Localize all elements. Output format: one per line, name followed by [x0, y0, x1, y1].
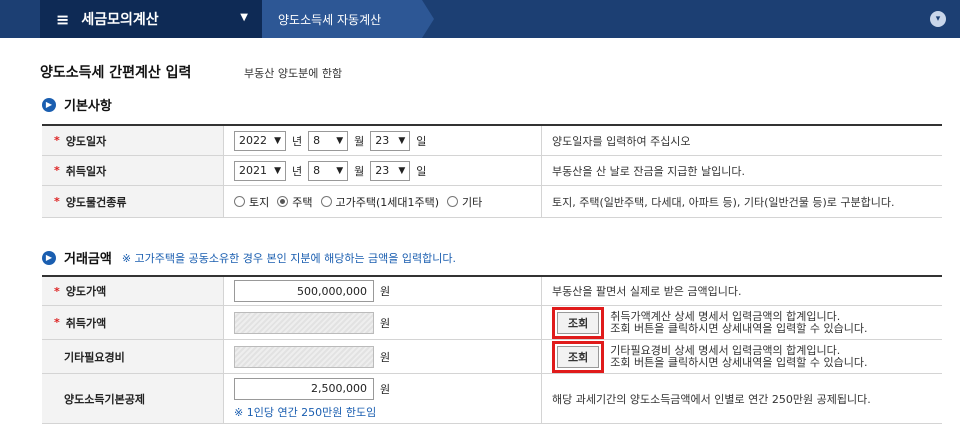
deduction-note: ※ 1인당 연간 250만원 한도임 [234, 405, 377, 419]
chevron-down-icon: ▼ [336, 165, 344, 176]
section-basic-header: ▶ 기본사항 [42, 95, 112, 114]
chevron-down-icon[interactable]: ▾ [930, 11, 946, 27]
menu-label: 세금모의계산 [81, 12, 159, 28]
row-label: 양도일자 [65, 134, 107, 148]
acquisition-price-input [234, 311, 374, 334]
section-title: 거래금액 [64, 252, 112, 267]
row-label: 취득가액 [65, 316, 107, 330]
transfer-day-select[interactable]: 23 ▼ [370, 130, 411, 151]
other-expense-input [234, 345, 374, 368]
page-subtitle: 부동산 양도분에 한함 [244, 67, 343, 80]
row-desc: 부동산을 산 날로 잔금을 지급한 날입니다. [552, 164, 746, 178]
arrow-right-icon: ▶ [42, 250, 56, 265]
row-desc: 취득가액계산 상세 명세서 입력금액의 합계입니다. [610, 309, 841, 323]
table-row: * 취득가액 원 조회 취득가액계산 상세 명세서 입력금액의 합계입니다. 조회… [42, 306, 942, 340]
basic-table: * 양도일자 2022 ▼ 년 8 ▼ 월 23 ▼ 일 양도일자를 입력하여 주십시오… [42, 124, 942, 218]
breadcrumb[interactable]: 양도소득세 자동계산 [262, 0, 422, 38]
chevron-down-icon: ▼ [336, 135, 344, 146]
lookup-expense-button-highlight: 조회 [552, 340, 605, 373]
top-nav: ≡ 세금모의계산 ▼ 양도소득세 자동계산 ▾ [0, 0, 960, 38]
section-title: 기본사항 [64, 99, 112, 114]
required-mark: * [54, 316, 60, 329]
chevron-down-icon: ▼ [398, 165, 406, 176]
row-desc: 기타필요경비 상세 명세서 입력금액의 합계입니다. [610, 343, 841, 357]
row-label: 양도물건종류 [65, 195, 127, 209]
radio-luxury-house[interactable] [320, 196, 332, 207]
table-row: * 양도물건종류 토지 주택 고가주택(1세대1주택) 기타 토지, 주택(일반주… [42, 186, 942, 218]
transfer-price-input[interactable]: 500,000,000 [234, 280, 374, 302]
table-row: * 양도가액 500,000,000 원 부동산을 팔면서 실제로 받은 금액입니… [42, 277, 942, 306]
radio-land[interactable] [234, 196, 245, 207]
property-type-radio-group: 토지 주택 고가주택(1세대1주택) 기타 [234, 194, 490, 210]
lookup-acquisition-button[interactable]: 조회 [557, 311, 600, 334]
acquire-year-select[interactable]: 2021 ▼ [234, 160, 286, 181]
arrow-right-icon: ▶ [42, 97, 56, 112]
row-label: 취득일자 [65, 164, 107, 178]
acquire-month-select[interactable]: 8 ▼ [308, 160, 349, 181]
row-label: 기타필요경비 [64, 350, 125, 364]
radio-house[interactable] [277, 196, 289, 207]
row-desc: 해당 과세기간의 양도소득금액에서 인별로 연간 250만원 공제됩니다. [552, 392, 871, 406]
section-note: ※ 고가주택을 공동소유한 경우 본인 지분에 해당하는 금액을 입력합니다. [121, 251, 457, 265]
caret-down-icon: ▼ [240, 12, 248, 23]
row-label: 양도가액 [65, 285, 107, 298]
required-mark: * [54, 164, 60, 177]
transfer-year-select[interactable]: 2022 ▼ [234, 130, 286, 151]
transfer-month-select[interactable]: 8 ▼ [308, 130, 349, 151]
required-mark: * [54, 134, 60, 147]
row-desc: 조회 버튼을 클릭하시면 상세내역을 입력할 수 있습니다. [610, 355, 868, 369]
row-desc: 부동산을 팔면서 실제로 받은 금액입니다. [552, 285, 742, 298]
chevron-down-icon: ▼ [274, 135, 281, 146]
breadcrumb-arrow-icon [422, 0, 434, 38]
amount-table: * 양도가액 500,000,000 원 부동산을 팔면서 실제로 받은 금액입니… [42, 275, 942, 424]
required-mark: * [54, 284, 60, 298]
menu-dropdown[interactable]: ≡ 세금모의계산 ▼ [40, 0, 262, 38]
lookup-acquisition-button-highlight: 조회 [552, 306, 605, 339]
row-desc: 토지, 주택(일반주택, 다세대, 아파트 등), 기타(일반건물 등)로 구분… [552, 195, 895, 209]
acquire-day-select[interactable]: 23 ▼ [370, 160, 411, 181]
table-row: 기타필요경비 원 조회 기타필요경비 상세 명세서 입력금액의 합계입니다. 조… [42, 340, 942, 374]
row-desc: 조회 버튼을 클릭하시면 상세내역을 입력할 수 있습니다. [610, 321, 868, 335]
table-row: * 취득일자 2021 ▼ 년 8 ▼ 월 23 ▼ 일 부동산을 산 날로 잔금을 지… [42, 156, 942, 186]
radio-other[interactable] [447, 196, 459, 207]
chevron-down-icon: ▼ [274, 165, 281, 176]
page-title: 양도소득세 간편계산 입력 [40, 65, 192, 81]
section-amount-header: ▶ 거래금액 ※ 고가주택을 공동소유한 경우 본인 지분에 해당하는 금액을 … [42, 248, 456, 267]
table-row: * 양도일자 2022 ▼ 년 8 ▼ 월 23 ▼ 일 양도일자를 입력하여 주십시오 [42, 126, 942, 156]
hamburger-icon: ≡ [56, 9, 70, 29]
row-desc: 양도일자를 입력하여 주십시오 [552, 134, 691, 148]
basic-deduction-input[interactable]: 2,500,000 [234, 377, 374, 400]
required-mark: * [54, 195, 60, 208]
lookup-expense-button[interactable]: 조회 [557, 345, 600, 368]
row-label: 양도소득기본공제 [64, 392, 145, 406]
table-row: 양도소득기본공제 2,500,000 원 ※ 1인당 연간 250만원 한도임 … [42, 374, 942, 424]
chevron-down-icon: ▼ [398, 135, 406, 146]
